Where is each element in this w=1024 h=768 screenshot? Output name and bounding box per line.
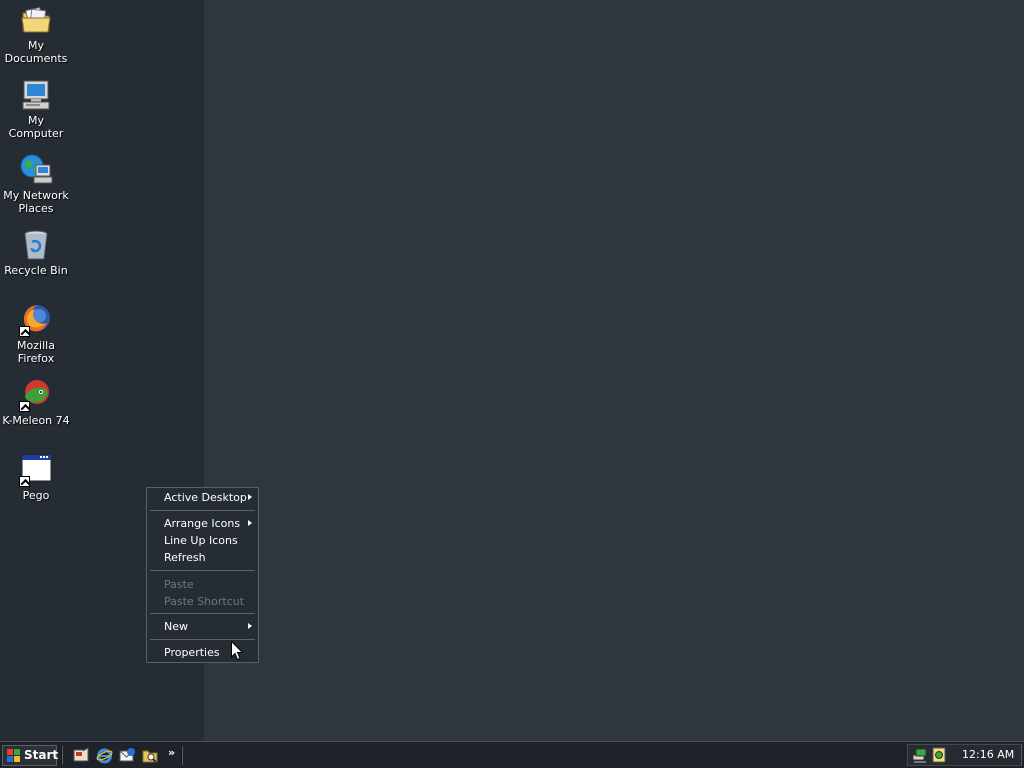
submenu-arrow-icon — [248, 494, 252, 500]
start-label: Start — [24, 748, 59, 762]
desktop-context-menu: Active Desktop Arrange Icons Line Up Ico… — [146, 487, 259, 663]
window-app-icon — [19, 453, 53, 487]
computer-icon — [19, 78, 53, 112]
menu-separator — [150, 570, 255, 571]
desktop-icon-recycle-bin[interactable]: Recycle Bin — [0, 228, 73, 277]
volume-tray-icon[interactable] — [931, 747, 947, 763]
desktop-icon-my-computer[interactable]: My Computer — [0, 78, 73, 140]
desktop-icon-mozilla-firefox[interactable]: Mozilla Firefox — [0, 303, 73, 365]
menu-item-active-desktop[interactable]: Active Desktop — [147, 489, 258, 506]
start-button[interactable]: Start — [2, 745, 59, 766]
internet-explorer-icon[interactable] — [96, 747, 113, 764]
taskbar-separator — [181, 746, 183, 765]
desktop-icon-label: My Documents — [4, 39, 68, 65]
shortcut-arrow-icon — [19, 476, 30, 487]
quick-launch-chevron[interactable]: » — [168, 746, 175, 759]
submenu-arrow-icon — [248, 520, 252, 526]
windows-explorer-icon[interactable] — [142, 747, 159, 764]
desktop-icon-label: Mozilla Firefox — [17, 339, 55, 365]
network-tray-icon[interactable] — [912, 747, 928, 763]
network-places-icon — [19, 153, 53, 187]
menu-item-new[interactable]: New — [147, 618, 258, 635]
show-desktop-icon[interactable] — [73, 747, 90, 764]
system-tray: 12:16 AM — [907, 744, 1022, 766]
k-meleon-icon — [19, 378, 53, 412]
menu-item-label: Active Desktop — [164, 491, 247, 504]
menu-item-label: Paste — [164, 578, 194, 591]
firefox-icon — [19, 303, 53, 337]
desktop-icon-label: Recycle Bin — [4, 264, 68, 277]
desktop-icon-label: Pego — [22, 489, 50, 502]
menu-separator — [150, 613, 255, 614]
desktop-icon-label: My Network — [3, 189, 69, 202]
menu-item-paste: Paste — [147, 576, 258, 593]
desktop-icon-k-meleon[interactable]: K-Meleon 74 — [0, 378, 73, 427]
recycle-bin-icon — [19, 228, 53, 262]
desktop-icon-my-documents[interactable]: My Documents — [0, 3, 73, 65]
windows-flag-icon — [7, 749, 20, 762]
shortcut-arrow-icon — [19, 401, 30, 412]
outlook-express-icon[interactable] — [119, 747, 136, 764]
taskbar-clock[interactable]: 12:16 AM — [962, 748, 1014, 761]
taskbar-separator — [61, 746, 63, 765]
menu-item-paste-shortcut: Paste Shortcut — [147, 593, 258, 610]
menu-item-label: New — [164, 620, 188, 633]
submenu-arrow-icon — [248, 623, 252, 629]
desktop[interactable]: My Documents My Computer My Network Plac… — [0, 0, 1024, 741]
menu-item-arrange-icons[interactable]: Arrange Icons — [147, 515, 258, 532]
desktop-icon-pego[interactable]: Pego — [0, 453, 73, 502]
menu-item-label: Properties — [164, 646, 220, 659]
menu-item-refresh[interactable]: Refresh — [147, 549, 258, 566]
menu-item-line-up-icons[interactable]: Line Up Icons — [147, 532, 258, 549]
mouse-pointer-icon — [231, 640, 244, 661]
menu-item-label: Arrange Icons — [164, 517, 241, 530]
menu-separator — [150, 510, 255, 511]
shortcut-arrow-icon — [19, 326, 30, 337]
taskbar: Start » 12:16 AM — [0, 741, 1024, 768]
menu-separator — [150, 639, 255, 640]
menu-item-label: Paste Shortcut — [164, 595, 245, 608]
desktop-icon-label: K-Meleon 74 — [2, 414, 70, 427]
menu-item-label: Line Up Icons — [164, 534, 238, 547]
folder-documents-icon — [19, 3, 53, 37]
menu-item-label: Refresh — [164, 551, 206, 564]
desktop-icon-my-network-places[interactable]: My Network Places — [0, 153, 73, 215]
desktop-icon-label: My Computer — [8, 114, 64, 140]
desktop-icon-label-line2: Places — [18, 202, 54, 215]
